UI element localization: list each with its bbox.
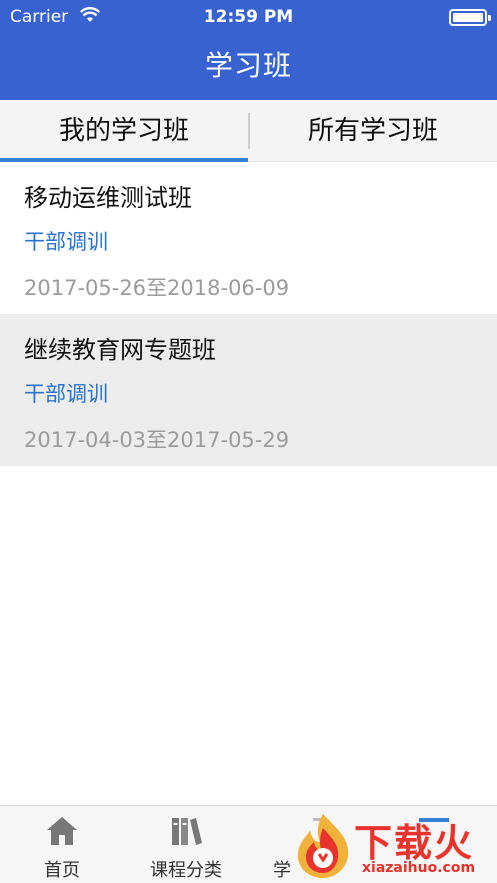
tab-my-classes[interactable]: 我的学习班 — [0, 100, 248, 162]
watermark-logo: 下载火 xiazaihuo.com — [292, 808, 497, 883]
books-icon — [169, 814, 203, 848]
battery-icon — [449, 9, 491, 26]
app-header: Carrier 12:59 PM 学习班 — [0, 0, 497, 100]
course-dates: 2017-05-26至2018-06-09 — [24, 276, 290, 300]
course-list-item[interactable]: 移动运维测试班 干部调训 2017-05-26至2018-06-09 — [0, 162, 497, 314]
segment-tabs: 我的学习班 所有学习班 — [0, 100, 497, 162]
status-time: 12:59 PM — [203, 7, 294, 27]
status-bar: Carrier 12:59 PM — [0, 0, 497, 34]
course-dates: 2017-04-03至2017-05-29 — [24, 428, 290, 452]
course-name: 继续教育网专题班 — [24, 336, 216, 364]
course-list-item[interactable]: 继续教育网专题班 干部调训 2017-04-03至2017-05-29 — [0, 314, 497, 466]
tabbar-home-label: 首页 — [44, 860, 80, 881]
watermark-site: xiazaihuo.com — [362, 860, 476, 876]
home-icon — [45, 814, 79, 848]
flame-icon — [298, 814, 349, 878]
course-type: 干部调训 — [24, 382, 108, 406]
page-title: 学习班 — [204, 49, 292, 82]
course-type: 干部调训 — [24, 230, 108, 254]
tabbar-home[interactable]: 首页 — [0, 806, 124, 883]
watermark-brand: 下载火 — [354, 821, 475, 865]
tab-all-classes[interactable]: 所有学习班 — [249, 100, 497, 162]
course-name: 移动运维测试班 — [24, 184, 192, 212]
